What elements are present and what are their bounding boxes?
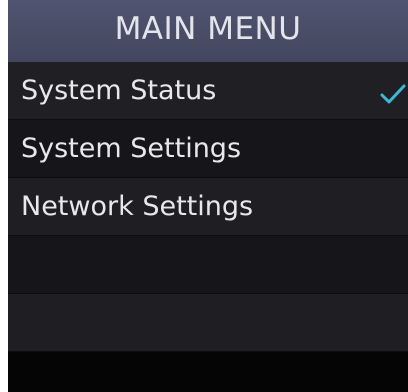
menu-item-label: System Settings	[21, 133, 242, 164]
checkmark-icon	[380, 84, 406, 104]
menu-footer	[8, 352, 408, 392]
menu-item-label: System Status	[21, 75, 217, 106]
menu-item-empty-2	[8, 294, 408, 352]
page-title: MAIN MENU	[114, 11, 302, 47]
menu-item-network-settings[interactable]: Network Settings	[8, 178, 408, 236]
menu-item-label: Network Settings	[21, 191, 254, 222]
menu-item-empty-1	[8, 236, 408, 294]
menu-item-system-settings[interactable]: System Settings	[8, 120, 408, 178]
menu-header: MAIN MENU	[8, 0, 408, 62]
menu-item-system-status[interactable]: System Status	[8, 62, 408, 120]
menu-list: System Status System Settings Network Se…	[8, 62, 408, 352]
device-screen: MAIN MENU System Status System Settings …	[8, 0, 408, 392]
